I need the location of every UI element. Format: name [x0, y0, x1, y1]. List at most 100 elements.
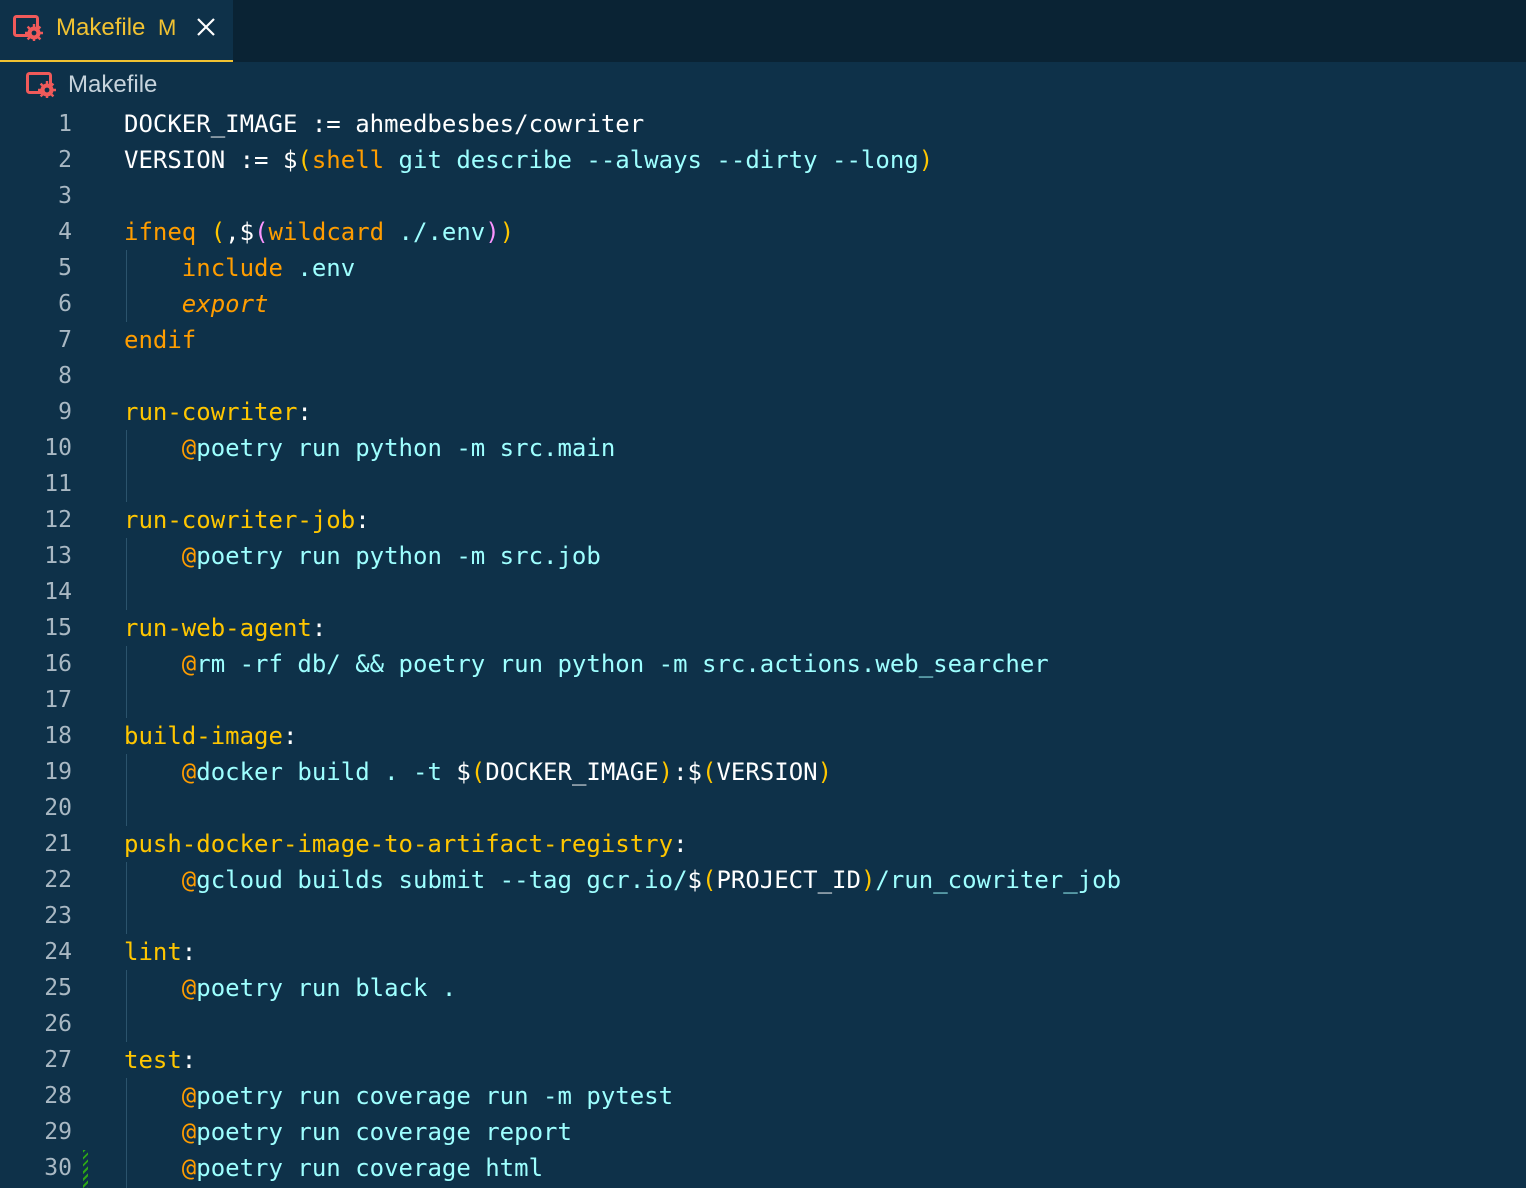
- code-token: $: [456, 758, 471, 786]
- line-number: 2: [58, 147, 72, 173]
- code-token: :$: [673, 758, 702, 786]
- code-line: endif: [124, 322, 196, 358]
- code-token: wildcard: [268, 218, 385, 246]
- code-token: DOCKER_IMAGE := ahmedbesbes/cowriter: [124, 110, 645, 138]
- line-number: 6: [58, 291, 72, 317]
- code-token: @: [181, 1082, 197, 1110]
- code-token: endif: [124, 326, 197, 354]
- code-token: @: [181, 434, 197, 462]
- code-line: @poetry run coverage run -m pytest: [124, 1078, 673, 1114]
- line-number: 10: [44, 435, 72, 461]
- line-number: 5: [58, 255, 72, 281]
- code-line: run-cowriter-job:: [124, 502, 370, 538]
- close-icon[interactable]: [194, 15, 218, 39]
- code-line: DOCKER_IMAGE := ahmedbesbes/cowriter: [124, 106, 644, 142]
- code-line: @docker build . -t $(DOCKER_IMAGE):$(VER…: [124, 754, 832, 790]
- tab-makefile[interactable]: Makefile M: [0, 0, 233, 62]
- code-token: DOCKER_IMAGE: [485, 758, 659, 786]
- tab-title: Makefile: [56, 14, 146, 41]
- code-token: run-web-agent: [124, 614, 312, 642]
- code-token: export: [181, 290, 269, 318]
- code-token: :: [181, 1046, 197, 1074]
- code-token: ): [860, 866, 876, 894]
- code-line: push-docker-image-to-artifact-registry:: [124, 826, 688, 862]
- code-token: :: [311, 614, 327, 642]
- code-token: (: [254, 218, 269, 246]
- line-number: 30: [44, 1155, 72, 1181]
- code-line: run-web-agent:: [124, 610, 326, 646]
- code-line: @poetry run python -m src.main: [124, 430, 615, 466]
- code-token: VERSION := $: [124, 146, 298, 174]
- line-number: 25: [44, 975, 72, 1001]
- code-line: run-cowriter:: [124, 394, 312, 430]
- code-token: ): [918, 146, 934, 174]
- code-token: :: [282, 722, 298, 750]
- code-token: (: [297, 146, 312, 174]
- line-number: 8: [58, 363, 72, 389]
- code-line: lint:: [124, 934, 196, 970]
- code-token: $: [687, 866, 702, 894]
- code-token: @: [181, 974, 197, 1002]
- line-number: 11: [44, 471, 72, 497]
- code-token: poetry run python -m src.main: [196, 434, 616, 462]
- code-token: ./.env: [384, 218, 486, 246]
- line-number: 9: [58, 399, 72, 425]
- code-token: poetry run coverage report: [196, 1118, 572, 1146]
- code-line: @rm -rf db/ && poetry run python -m src.…: [124, 646, 1049, 682]
- code-editor[interactable]: DOCKER_IMAGE := ahmedbesbes/cowriter VERS…: [124, 106, 1524, 1188]
- code-token: ): [499, 218, 515, 246]
- code-line: @gcloud builds submit --tag gcr.io/$(PRO…: [124, 862, 1121, 898]
- line-number: 21: [44, 831, 72, 857]
- line-number: 7: [58, 327, 72, 353]
- breadcrumb: Makefile: [0, 62, 1526, 106]
- makefile-gear-icon: [13, 15, 43, 41]
- line-number: 12: [44, 507, 72, 533]
- code-token: shell: [311, 146, 385, 174]
- code-token: test: [124, 1046, 182, 1074]
- code-token: @: [181, 542, 197, 570]
- code-token: .env: [282, 254, 356, 282]
- line-number: 14: [44, 579, 72, 605]
- code-token: @: [181, 650, 197, 678]
- line-number: 20: [44, 795, 72, 821]
- code-token: include: [181, 254, 283, 282]
- code-token: ,$: [225, 218, 255, 246]
- code-line: @poetry run black .: [124, 970, 457, 1006]
- code-token: @: [181, 758, 197, 786]
- tab-bar: Makefile M: [0, 0, 1526, 62]
- code-token: VERSION: [716, 758, 818, 786]
- code-token: :: [673, 830, 688, 858]
- code-token: :: [297, 398, 312, 426]
- code-token: run-cowriter-job: [124, 506, 356, 534]
- line-number: 3: [58, 183, 72, 209]
- line-number: 23: [44, 903, 72, 929]
- line-number: 4: [58, 219, 72, 245]
- breadcrumb-file[interactable]: Makefile: [68, 71, 157, 99]
- line-number: 24: [44, 939, 72, 965]
- line-number: 18: [44, 723, 72, 749]
- code-token: ): [658, 758, 674, 786]
- code-token: :: [181, 938, 197, 966]
- code-token: ): [485, 218, 500, 246]
- code-token: ifneq: [124, 218, 211, 246]
- code-token: gcloud builds submit --tag gcr.io/: [196, 866, 688, 894]
- line-number: 19: [44, 759, 72, 785]
- modified-badge: M: [158, 15, 177, 40]
- code-token: run-cowriter: [124, 398, 298, 426]
- code-token: (: [210, 218, 226, 246]
- code-line: test:: [124, 1042, 196, 1078]
- code-token: lint: [124, 938, 182, 966]
- code-line: include .env: [124, 250, 355, 286]
- line-number: 16: [44, 651, 72, 677]
- line-number: 27: [44, 1047, 72, 1073]
- line-number: 22: [44, 867, 72, 893]
